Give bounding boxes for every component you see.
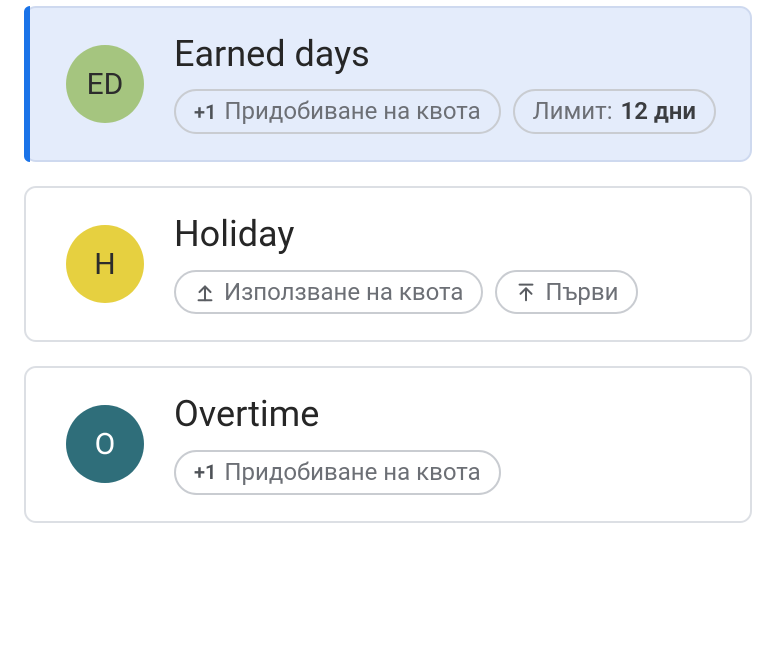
quota-card-holiday[interactable]: H Holiday Използване на квота: [24, 186, 752, 342]
avatar-text: H: [94, 247, 115, 282]
card-content: Overtime +1 Придобиване на квота: [174, 394, 501, 494]
chip-value: 12 дни: [621, 97, 697, 126]
arrow-up-from-line-icon: [194, 281, 216, 303]
avatar-text: ED: [87, 67, 124, 102]
chip-label: Първи: [545, 278, 618, 307]
card-title: Overtime: [174, 394, 501, 435]
arrow-up-to-line-icon: [515, 281, 537, 303]
chip-limit: Лимит: 12 дни: [513, 89, 716, 134]
plus-one-icon: +1: [194, 460, 216, 484]
chip-acquire-quota: +1 Придобиване на квота: [174, 89, 501, 134]
card-content: Earned days +1 Придобиване на квота Лими…: [174, 34, 716, 134]
quota-card-overtime[interactable]: O Overtime +1 Придобиване на квота: [24, 366, 752, 522]
avatar: H: [66, 225, 144, 303]
chip-row: +1 Придобиване на квота Лимит: 12 дни: [174, 89, 716, 134]
card-title: Holiday: [174, 214, 638, 255]
quota-list: ED Earned days +1 Придобиване на квота Л…: [0, 0, 776, 547]
quota-card-earned-days[interactable]: ED Earned days +1 Придобиване на квота Л…: [24, 6, 752, 162]
chip-label: Придобиване на квота: [224, 97, 480, 126]
avatar-text: O: [95, 427, 116, 462]
chip-first: Първи: [495, 270, 638, 315]
chip-label: Лимит:: [533, 97, 613, 126]
chip-use-quota: Използване на квота: [174, 270, 483, 315]
card-content: Holiday Използване на квота: [174, 214, 638, 314]
avatar: ED: [66, 45, 144, 123]
chip-label: Използване на квота: [224, 278, 463, 307]
chip-label: Придобиване на квота: [224, 458, 480, 487]
chip-row: +1 Придобиване на квота: [174, 450, 501, 495]
chip-row: Използване на квота Първи: [174, 270, 638, 315]
chip-acquire-quota: +1 Придобиване на квота: [174, 450, 501, 495]
card-title: Earned days: [174, 34, 716, 75]
plus-one-icon: +1: [194, 100, 216, 124]
avatar: O: [66, 405, 144, 483]
